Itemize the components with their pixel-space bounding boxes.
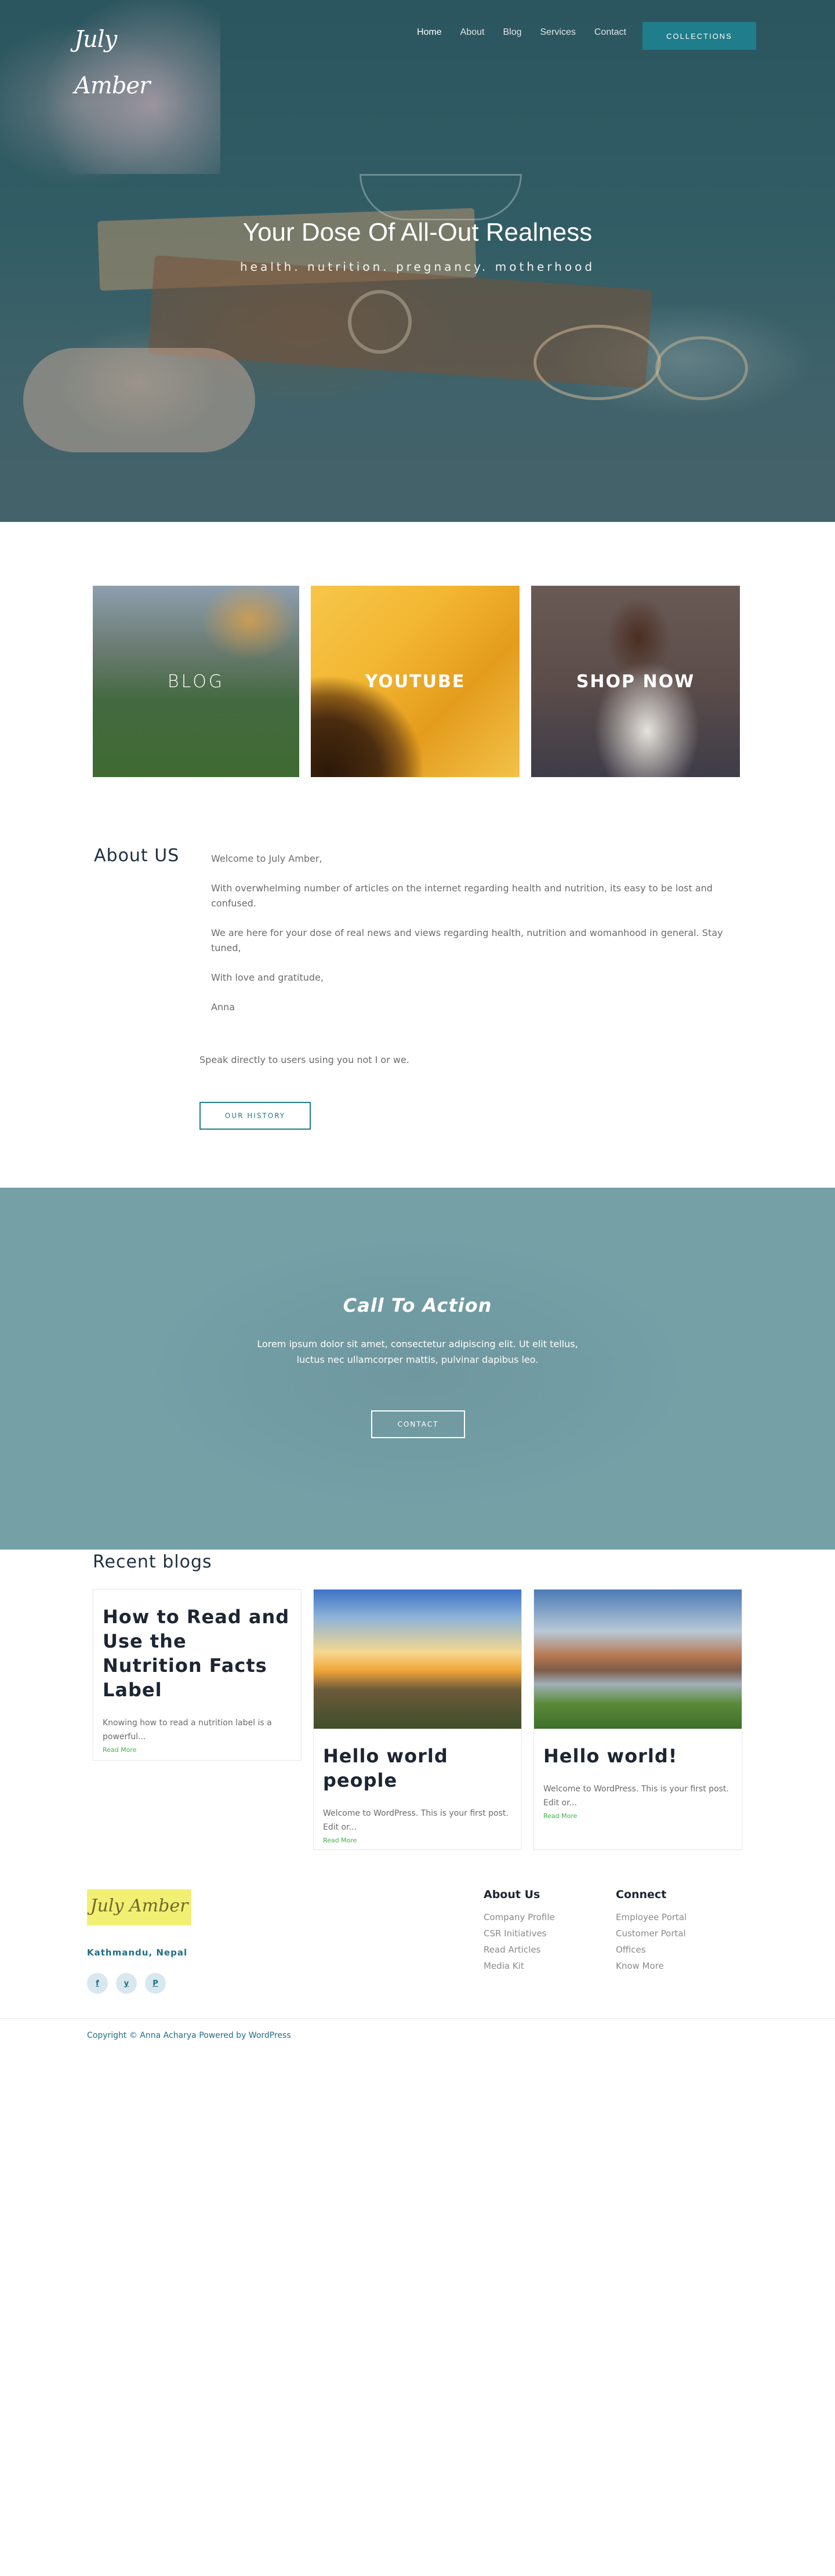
feature-cards: BLOG YOUTUBE SHOP NOW (93, 586, 740, 777)
recent-blogs-heading: Recent blogs (93, 1552, 212, 1572)
blog-post-title[interactable]: Hello world! (543, 1744, 732, 1768)
cta-text: Lorem ipsum dolor sit amet, consectetur … (257, 1338, 578, 1365)
footer-connect-column: Connect Employee Portal Customer Portal … (616, 1888, 687, 1974)
blog-post-title[interactable]: How to Read and Use the Nutrition Facts … (103, 1605, 292, 1702)
site-logo[interactable]: July Amber (74, 16, 173, 99)
copyright-text: Copyright © Anna Acharya Powered by Word… (87, 2031, 291, 2040)
footer-link-read-articles[interactable]: Read Articles (484, 1942, 555, 1958)
blog-post-title[interactable]: Hello world people (323, 1744, 512, 1793)
footer-about-column: About Us Company Profile CSR Initiatives… (484, 1888, 555, 1974)
card-shop-now[interactable]: SHOP NOW (531, 586, 740, 777)
nav-about[interactable]: About (460, 27, 485, 38)
footer-link-csr-initiatives[interactable]: CSR Initiatives (484, 1925, 555, 1942)
blog-post-image[interactable] (534, 1590, 742, 1729)
blog-post-card: Hello world! Welcome to WordPress. This … (533, 1589, 742, 1850)
card-blog-label: BLOG (167, 671, 225, 692)
read-more-link[interactable]: Read More (323, 1837, 512, 1844)
blog-post-excerpt: Welcome to WordPress. This is your first… (323, 1809, 509, 1832)
footer-divider (0, 2018, 835, 2019)
blog-post-card: Hello world people Welcome to WordPress.… (313, 1589, 522, 1850)
nav-home[interactable]: Home (417, 27, 442, 38)
footer-about-heading: About Us (484, 1888, 540, 1901)
foursquare-icon[interactable]: P (145, 1973, 166, 1994)
hero-glasses-lens-decoration (655, 336, 748, 400)
nav-blog[interactable]: Blog (503, 27, 521, 38)
hero-title: Your Dose Of All-Out Realness (242, 218, 593, 246)
about-paragraph: Welcome to July Amber, (211, 853, 322, 864)
site-header: July Amber Home About Blog Services Cont… (0, 0, 835, 99)
hero-macarons-decoration (23, 348, 255, 452)
read-more-link[interactable]: Read More (543, 1812, 732, 1820)
hero-glasses-decoration (533, 325, 661, 400)
nav-services[interactable]: Services (540, 27, 576, 38)
blog-post-image[interactable] (314, 1590, 521, 1729)
facebook-icon[interactable]: f (87, 1973, 108, 1994)
about-speak-text: Speak directly to users using you not I … (199, 1054, 409, 1065)
about-heading: About US (94, 846, 180, 866)
social-links: f y P (87, 1973, 166, 1994)
about-body: Welcome to July Amber, With overwhelming… (211, 851, 733, 1029)
footer-connect-heading: Connect (616, 1888, 667, 1901)
footer-link-media-kit[interactable]: Media Kit (484, 1958, 555, 1974)
about-paragraph: With overwhelming number of articles on … (211, 883, 713, 909)
about-paragraph: Anna (211, 1002, 235, 1013)
footer-link-company-profile[interactable]: Company Profile (484, 1909, 555, 1925)
hero-candle-glass-decoration (360, 174, 522, 220)
footer-link-know-more[interactable]: Know More (616, 1958, 687, 1974)
read-more-link[interactable]: Read More (103, 1746, 292, 1754)
footer-link-customer-portal[interactable]: Customer Portal (616, 1925, 687, 1942)
footer-logo[interactable]: July Amber (87, 1889, 191, 1925)
card-shop-label: SHOP NOW (576, 671, 695, 692)
hero-text-block: Your Dose Of All-Out Realness health. nu… (0, 218, 835, 274)
blog-post-excerpt: Welcome to WordPress. This is your first… (543, 1784, 729, 1808)
our-history-button[interactable]: OUR HISTORY (199, 1102, 311, 1130)
blog-post-card: How to Read and Use the Nutrition Facts … (93, 1589, 302, 1761)
footer-location: Kathmandu, Nepal (87, 1947, 188, 1958)
hero-section: July Amber Home About Blog Services Cont… (0, 0, 835, 522)
contact-button[interactable]: CONTACT (371, 1410, 465, 1438)
yelp-icon[interactable]: y (116, 1973, 137, 1994)
about-paragraph: We are here for your dose of real news a… (211, 927, 723, 953)
cta-title: Call To Action (343, 1294, 492, 1316)
footer-link-offices[interactable]: Offices (616, 1942, 687, 1958)
blog-post-excerpt: Knowing how to read a nutrition label is… (103, 1718, 272, 1741)
main-nav: Home About Blog Services Contact (417, 27, 626, 38)
card-youtube-label: YOUTUBE (365, 671, 466, 692)
footer-link-employee-portal[interactable]: Employee Portal (616, 1909, 687, 1925)
nav-contact[interactable]: Contact (594, 27, 626, 38)
card-youtube[interactable]: YOUTUBE (311, 586, 520, 777)
card-blog[interactable]: BLOG (93, 586, 299, 777)
hero-subtitle: health. nutrition. pregnancy. motherhood (239, 260, 596, 274)
hero-pocket-watch-decoration (348, 290, 412, 354)
cta-section: Call To Action Lorem ipsum dolor sit ame… (0, 1188, 835, 1550)
about-paragraph: With love and gratitude, (211, 972, 324, 983)
collections-button[interactable]: COLLECTIONS (642, 22, 756, 50)
